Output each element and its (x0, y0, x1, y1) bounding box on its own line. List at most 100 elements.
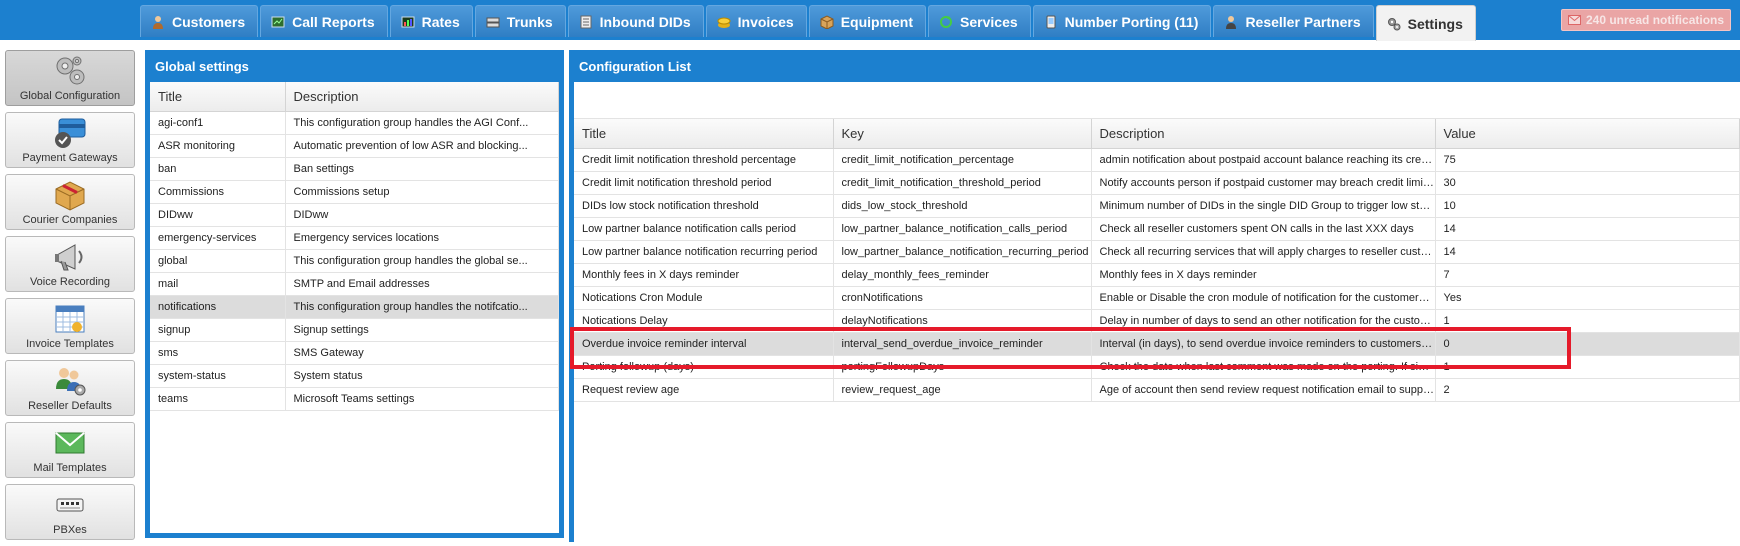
cell-description[interactable]: This configuration group handles the AGI… (285, 111, 559, 135)
cell-title[interactable]: sms (150, 341, 286, 365)
cell-title[interactable]: emergency-services (150, 226, 286, 250)
sidebar-item-reseller-defaults[interactable]: Reseller Defaults (5, 360, 135, 416)
table-row[interactable]: Commissions Commissions setup (150, 180, 559, 204)
cell-value[interactable]: Yes (1435, 286, 1740, 310)
cell-description[interactable]: Check all recurring services that will a… (1091, 240, 1436, 264)
cell-value[interactable]: 14 (1435, 240, 1740, 264)
cell-title[interactable]: Porting followup (days) (574, 355, 834, 379)
cell-title[interactable]: Overdue invoice reminder interval (574, 332, 834, 356)
tab-settings[interactable]: Settings (1375, 5, 1476, 41)
cell-title[interactable]: Notications Cron Module (574, 286, 834, 310)
cell-key[interactable]: delayNotifications (833, 309, 1092, 333)
cell-value[interactable]: 1 (1435, 309, 1740, 333)
cell-description[interactable]: DIDww (285, 203, 559, 227)
table-row[interactable]: Overdue invoice reminder interval interva… (574, 332, 1740, 356)
sidebar-item-payment-gateways[interactable]: Payment Gateways (5, 112, 135, 168)
table-row[interactable]: teams Microsoft Teams settings (150, 387, 559, 411)
cell-description[interactable]: System status (285, 364, 559, 388)
sidebar-item-global-configuration[interactable]: Global Configuration (5, 50, 135, 106)
tab-equipment[interactable]: Equipment (808, 5, 927, 37)
cell-title[interactable]: teams (150, 387, 286, 411)
cell-description[interactable]: This configuration group handles the not… (285, 295, 559, 319)
cell-title[interactable]: Commissions (150, 180, 286, 204)
tab-number-porting-11[interactable]: Number Porting (11) (1032, 5, 1212, 37)
cell-key[interactable]: credit_limit_notification_threshold_peri… (833, 171, 1092, 195)
cell-description[interactable]: SMTP and Email addresses (285, 272, 559, 296)
tab-rates[interactable]: Rates (389, 5, 473, 37)
cell-description[interactable]: admin notification about postpaid accoun… (1091, 148, 1436, 172)
cell-value[interactable]: 30 (1435, 171, 1740, 195)
sidebar-item-voice-recording[interactable]: Voice Recording (5, 236, 135, 292)
tab-inbound-dids[interactable]: Inbound DIDs (567, 5, 704, 37)
cell-key[interactable]: portingFollowupDays (833, 355, 1092, 379)
cell-title[interactable]: Low partner balance notification calls p… (574, 217, 834, 241)
column-header-description[interactable]: Description (285, 82, 559, 112)
table-row[interactable]: Notications Cron Module cronNotifications… (574, 286, 1740, 310)
cell-value[interactable]: 0 (1435, 332, 1740, 356)
table-row[interactable]: Credit limit notification threshold perc… (574, 148, 1740, 172)
table-row[interactable]: ASR monitoring Automatic prevention of lo… (150, 134, 559, 158)
cell-title[interactable]: signup (150, 318, 286, 342)
cell-description[interactable]: SMS Gateway (285, 341, 559, 365)
cell-title[interactable]: mail (150, 272, 286, 296)
cell-description[interactable]: Emergency services locations (285, 226, 559, 250)
table-row[interactable]: DIDs low stock notification threshold did… (574, 194, 1740, 218)
cell-value[interactable]: 14 (1435, 217, 1740, 241)
table-row[interactable]: signup Signup settings (150, 318, 559, 342)
cell-value[interactable]: 75 (1435, 148, 1740, 172)
cell-description[interactable]: Age of account then send review request … (1091, 378, 1436, 402)
cell-title[interactable]: DIDs low stock notification threshold (574, 194, 834, 218)
cell-title[interactable]: Low partner balance notification recurri… (574, 240, 834, 264)
table-row[interactable]: system-status System status (150, 364, 559, 388)
cell-description[interactable]: Check all reseller customers spent ON ca… (1091, 217, 1436, 241)
table-row[interactable]: notifications This configuration group ha… (150, 295, 559, 319)
column-header-value[interactable]: Value (1435, 119, 1740, 149)
cell-description[interactable]: Ban settings (285, 157, 559, 181)
table-row[interactable]: Low partner balance notification recurri… (574, 240, 1740, 264)
cell-title[interactable]: Monthly fees in X days reminder (574, 263, 834, 287)
notifications-button[interactable]: 240 unread notifications (1561, 9, 1732, 31)
cell-value[interactable]: 7 (1435, 263, 1740, 287)
cell-title[interactable]: ban (150, 157, 286, 181)
cell-description[interactable]: Commissions setup (285, 180, 559, 204)
table-row[interactable]: Credit limit notification threshold peri… (574, 171, 1740, 195)
cell-key[interactable]: credit_limit_notification_percentage (833, 148, 1092, 172)
tab-services[interactable]: Services (928, 5, 1031, 37)
cell-title[interactable]: agi-conf1 (150, 111, 286, 135)
tab-call-reports[interactable]: Call Reports (260, 5, 388, 37)
cell-description[interactable]: Notify accounts person if postpaid custo… (1091, 171, 1436, 195)
cell-value[interactable]: 10 (1435, 194, 1740, 218)
cell-title[interactable]: notifications (150, 295, 286, 319)
tab-invoices[interactable]: Invoices (705, 5, 807, 37)
cell-title[interactable]: system-status (150, 364, 286, 388)
table-row[interactable]: DIDww DIDww (150, 203, 559, 227)
tab-customers[interactable]: Customers (140, 5, 259, 37)
column-header-title[interactable]: Title (150, 82, 286, 112)
table-row[interactable]: Request review age review_request_age Age … (574, 378, 1740, 402)
sidebar-item-pbxes[interactable]: PBXes (5, 484, 135, 540)
cell-description[interactable]: Automatic prevention of low ASR and bloc… (285, 134, 559, 158)
cell-key[interactable]: dids_low_stock_threshold (833, 194, 1092, 218)
table-row[interactable]: ban Ban settings (150, 157, 559, 181)
cell-key[interactable]: interval_send_overdue_invoice_reminder (833, 332, 1092, 356)
cell-description[interactable]: Minimum number of DIDs in the single DID… (1091, 194, 1436, 218)
cell-description[interactable]: Monthly fees in X days reminder (1091, 263, 1436, 287)
cell-description[interactable]: This configuration group handles the glo… (285, 249, 559, 273)
cell-title[interactable]: Notications Delay (574, 309, 834, 333)
column-header-title[interactable]: Title (574, 119, 834, 149)
column-header-description[interactable]: Description (1091, 119, 1436, 149)
table-row[interactable]: mail SMTP and Email addresses (150, 272, 559, 296)
table-row[interactable]: Monthly fees in X days reminder delay_mon… (574, 263, 1740, 287)
cell-description[interactable]: Check the date when last comment was mad… (1091, 355, 1436, 379)
table-row[interactable]: Porting followup (days) portingFollowupDa… (574, 355, 1740, 379)
table-row[interactable]: emergency-services Emergency services loc… (150, 226, 559, 250)
sidebar-item-invoice-templates[interactable]: Invoice Templates (5, 298, 135, 354)
cell-key[interactable]: review_request_age (833, 378, 1092, 402)
cell-description[interactable]: Interval (in days), to send overdue invo… (1091, 332, 1436, 356)
cell-value[interactable]: 2 (1435, 378, 1740, 402)
cell-description[interactable]: Microsoft Teams settings (285, 387, 559, 411)
cell-key[interactable]: low_partner_balance_notification_recurri… (833, 240, 1092, 264)
tab-trunks[interactable]: Trunks (474, 5, 566, 37)
cell-key[interactable]: low_partner_balance_notification_calls_p… (833, 217, 1092, 241)
cell-description[interactable]: Delay in number of days to send an other… (1091, 309, 1436, 333)
